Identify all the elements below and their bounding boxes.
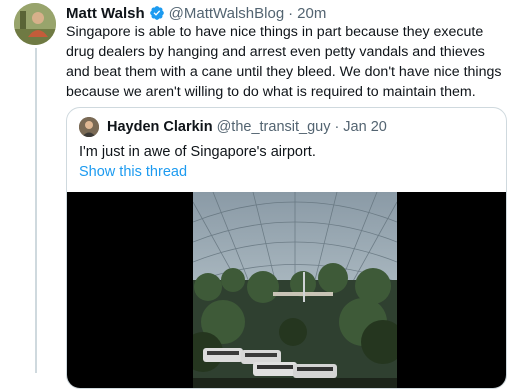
tweet-text: Singapore is able to have nice things in… xyxy=(66,24,502,100)
header-separator: · xyxy=(288,4,294,22)
quoted-tweet-video[interactable] xyxy=(67,192,506,388)
quoted-tweet-header: Hayden Clarkin @the_transit_guy · Jan 20 xyxy=(107,118,387,136)
quoted-author-name[interactable]: Hayden Clarkin xyxy=(107,119,213,135)
author-name[interactable]: Matt Walsh xyxy=(66,5,145,22)
author-avatar[interactable] xyxy=(14,3,56,45)
verified-badge-icon xyxy=(149,5,165,21)
quoted-author-avatar[interactable] xyxy=(79,117,99,137)
tweet-timestamp[interactable]: 20m xyxy=(297,5,326,22)
quoted-tweet-text: I'm just in awe of Singapore's airport. xyxy=(79,144,316,160)
quoted-tweet-timestamp[interactable]: Jan 20 xyxy=(343,119,387,135)
quoted-header-separator: · xyxy=(334,119,340,135)
author-handle[interactable]: @MattWalshBlog xyxy=(169,5,285,22)
quoted-tweet-card[interactable]: Hayden Clarkin @the_transit_guy · Jan 20… xyxy=(66,107,507,389)
thread-connector-line xyxy=(35,48,37,373)
quoted-author-handle[interactable]: @the_transit_guy xyxy=(217,119,331,135)
tweet-header: Matt Walsh @MattWalshBlog · 20m xyxy=(66,4,326,22)
show-this-thread-link[interactable]: Show this thread xyxy=(79,162,187,182)
video-frame xyxy=(193,192,397,388)
